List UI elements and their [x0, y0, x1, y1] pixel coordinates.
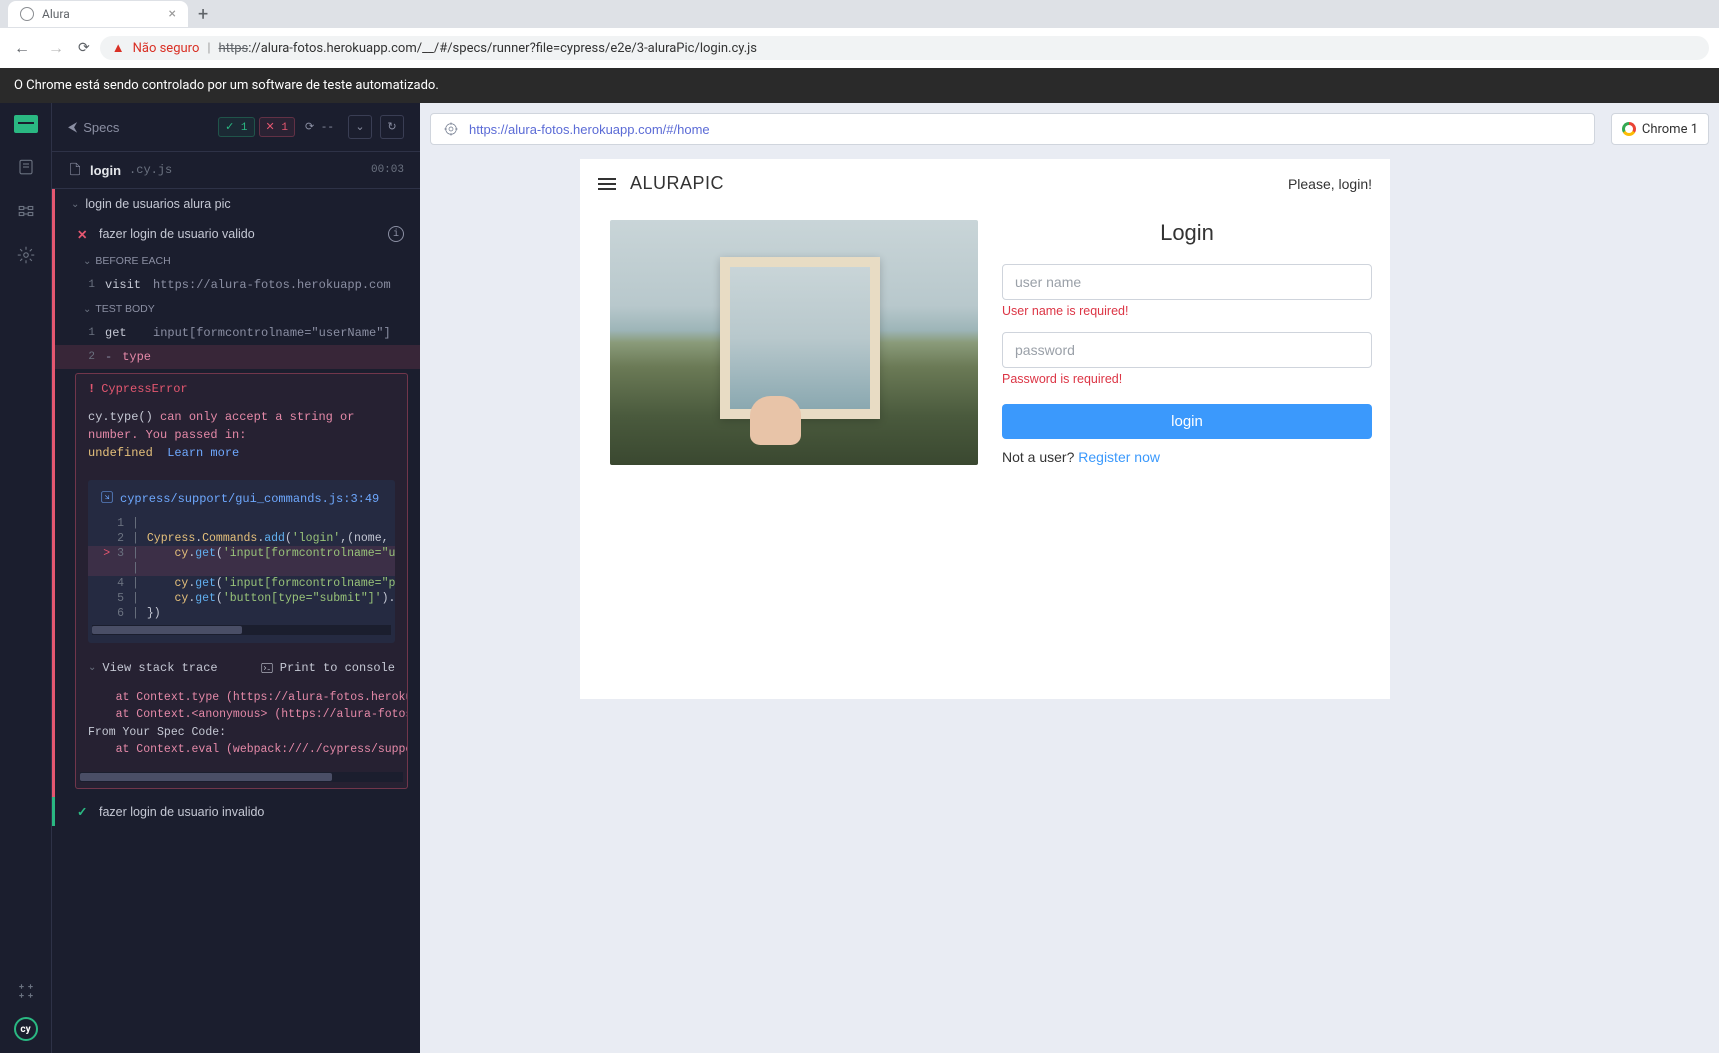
password-error: Password is required!: [1002, 372, 1372, 386]
settings-nav-icon[interactable]: [16, 245, 36, 265]
fail-icon: [77, 227, 91, 242]
test-suite-fail: ⌄ login de usuarios alura pic fazer logi…: [52, 189, 420, 797]
browser-badge[interactable]: Chrome 1: [1611, 113, 1709, 145]
error-message: cy.type() can only accept a string or nu…: [76, 404, 407, 472]
learn-more-link[interactable]: Learn more: [167, 446, 239, 460]
app-header: ALURAPIC Please, login!: [580, 159, 1390, 208]
app-under-test: https://alura-fotos.herokuapp.com/#/home…: [420, 103, 1719, 1053]
spec-title-row[interactable]: login.cy.js 00:03: [52, 152, 420, 189]
register-prompt: Not a user? Register now: [1002, 449, 1372, 465]
automation-banner: O Chrome está sendo controlado por um so…: [0, 68, 1719, 103]
test-item-pass[interactable]: fazer login de usuario invalido: [55, 797, 420, 826]
test-item-fail[interactable]: fazer login de usuario valido i: [55, 219, 420, 249]
username-input[interactable]: [1002, 264, 1372, 300]
console-icon: [260, 661, 274, 675]
aut-viewport: ALURAPIC Please, login! Login User name …: [420, 159, 1719, 1053]
test-body-label: ⌄ TEST BODY: [55, 297, 420, 321]
open-in-editor-icon: [100, 490, 114, 508]
command-row[interactable]: 1 visit https://alura-fotos.herokuapp.co…: [52, 273, 420, 297]
browser-tab[interactable]: Alura ×: [8, 1, 188, 27]
horizontal-scrollbar[interactable]: [92, 625, 391, 635]
cypress-badge-icon[interactable]: cy: [14, 1017, 38, 1041]
register-link[interactable]: Register now: [1078, 449, 1160, 465]
command-row-active[interactable]: 2 -type: [52, 345, 420, 369]
tab-title: Alura: [42, 7, 70, 21]
chrome-icon: [1622, 122, 1636, 136]
command-row[interactable]: 1 get input[formcontrolname="userName"]: [52, 321, 420, 345]
cypress-logo[interactable]: [14, 115, 38, 133]
pending-indicator: ⟳ --: [299, 118, 340, 136]
login-title: Login: [1002, 220, 1372, 246]
bang-icon: !: [88, 382, 95, 396]
chevron-down-button[interactable]: ⌄: [348, 115, 372, 139]
browser-chrome: Alura × + ← → ⟳ ▲ Não seguro | https://a…: [0, 0, 1719, 68]
stack-trace: at Context.type (https://alura-fotos.her…: [76, 685, 407, 768]
back-arrow-icon: ⮜: [68, 119, 77, 135]
cypress-icon-sidebar: cy: [0, 103, 52, 1053]
runner-stats: ✓ 1 ✕ 1 ⟳ --: [218, 117, 340, 137]
spec-filename: login: [90, 163, 121, 178]
app-brand: ALURAPIC: [630, 173, 724, 194]
login-button[interactable]: login: [1002, 404, 1372, 439]
rerun-button[interactable]: ↻: [380, 115, 404, 139]
password-input[interactable]: [1002, 332, 1372, 368]
before-each-label: ⌄ BEFORE EACH: [55, 249, 420, 273]
please-login-text: Please, login!: [1288, 176, 1372, 192]
runner-header: ⮜ Specs ✓ 1 ✕ 1 ⟳ -- ⌄ ↻: [52, 103, 420, 152]
horizontal-scrollbar[interactable]: [80, 772, 403, 782]
aut-url-bar[interactable]: https://alura-fotos.herokuapp.com/#/home: [430, 113, 1595, 145]
hero-image: [610, 220, 978, 465]
chevron-down-icon: ⌄: [88, 662, 96, 674]
login-form: Login User name is required! Password is…: [1002, 220, 1372, 465]
pass-icon: [77, 804, 91, 819]
hamburger-icon[interactable]: [598, 178, 616, 190]
reload-button[interactable]: ⟳: [78, 40, 90, 56]
target-icon: [443, 121, 459, 137]
suite-title[interactable]: ⌄ login de usuarios alura pic: [55, 189, 420, 219]
keyboard-icon[interactable]: [16, 981, 36, 1001]
tab-close-icon[interactable]: ×: [169, 6, 176, 22]
failed-count: ✕ 1: [259, 117, 295, 137]
new-tab-button[interactable]: +: [188, 4, 218, 25]
globe-icon: [20, 7, 34, 21]
runs-nav-icon[interactable]: [16, 201, 36, 221]
print-to-console-button[interactable]: Print to console: [260, 661, 395, 675]
tab-bar: Alura × +: [0, 0, 1719, 28]
error-block: ! CypressError cy.type() can only accept…: [75, 373, 408, 789]
app-frame: ALURAPIC Please, login! Login User name …: [580, 159, 1390, 699]
code-frame: cypress/support/gui_commands.js:3:49 1|2…: [88, 480, 395, 643]
address-input[interactable]: ▲ Não seguro | https://alura-fotos.herok…: [100, 36, 1709, 60]
not-secure-label: Não seguro: [133, 41, 200, 56]
test-suite-pass: fazer login de usuario invalido: [52, 797, 420, 826]
back-button[interactable]: ←: [10, 34, 34, 62]
elapsed-time: 00:03: [371, 164, 404, 176]
specs-nav-icon[interactable]: [16, 157, 36, 177]
view-stack-trace-toggle[interactable]: ⌄ View stack trace: [88, 661, 218, 675]
forward-button[interactable]: →: [44, 34, 68, 62]
info-icon[interactable]: i: [388, 226, 404, 242]
error-type: ! CypressError: [76, 374, 407, 404]
passed-count: ✓ 1: [218, 117, 254, 137]
username-error: User name is required!: [1002, 304, 1372, 318]
file-icon: [68, 162, 82, 178]
test-runner-panel: ⮜ Specs ✓ 1 ✕ 1 ⟳ -- ⌄ ↻ login.cy.js 00:…: [52, 103, 420, 1053]
chevron-down-icon: ⌄: [71, 199, 79, 210]
aut-url: https://alura-fotos.herokuapp.com/#/home: [469, 122, 1582, 137]
address-bar: ← → ⟳ ▲ Não seguro | https://alura-fotos…: [0, 28, 1719, 68]
open-file-link[interactable]: cypress/support/gui_commands.js:3:49: [88, 488, 395, 516]
warning-icon: ▲: [112, 40, 125, 56]
specs-back-link[interactable]: ⮜ Specs: [68, 119, 119, 135]
